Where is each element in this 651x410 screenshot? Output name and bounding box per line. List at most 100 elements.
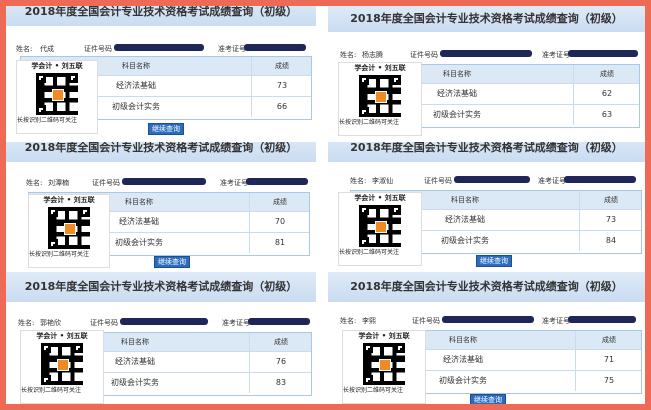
watermark-caption: 长按识别二维码可关注 [339,249,400,256]
redacted-ticket [568,316,636,323]
score-cell: 70 [249,212,310,232]
redacted-ticket [564,176,636,183]
qr-code-icon [41,343,83,385]
watermark: 学会计 • 刘五联 长按识别二维码可关注 [342,330,426,404]
score-cell: 76 [249,352,312,372]
panel-title: 2018年度全国会计专业技术资格考试成绩查询（初级） [328,142,645,162]
redacted-id [114,44,204,51]
panel-title: 2018年度全国会计专业技术资格考试成绩查询（初级） [6,6,316,26]
ticket-label: 准考证号 [220,179,248,187]
redacted-id [440,50,532,57]
score-panel-3: 2018年度全国会计专业技术资格考试成绩查询（初级） 姓名: 刘潭楠 证件号码 … [6,142,316,268]
ticket-label: 准考证号 [222,319,250,327]
redacted-id [442,316,534,323]
redacted-id [122,178,206,185]
candidate-info: 姓名: 杨志腾 证件号码 准考证号 [328,50,645,60]
score-cell: 73 [251,76,312,96]
watermark-caption: 长按识别二维码可关注 [339,119,400,126]
candidate-info: 姓名: 代成 证件号码 准考证号 [6,44,316,54]
panel-title: 2018年度全国会计专业技术资格考试成绩查询（初级） [328,272,645,302]
name-value: 刘潭楠 [48,179,69,187]
col-score: 成绩 [251,57,312,75]
name-label: 姓名: [340,317,357,325]
redacted-id [454,176,530,183]
watermark: 学会计 • 刘五联 长按识别二维码可关注 [338,62,422,136]
continue-query-button[interactable]: 继续查询 [154,256,190,268]
candidate-info: 姓名: 郭艳欣 证件号码 准考证号 [6,318,316,328]
qr-code-icon [36,73,78,115]
score-cell: 62 [573,84,640,104]
watermark-caption: 长按识别二维码可关注 [29,251,90,258]
panel-title: 2018年度全国会计专业技术资格考试成绩查询（初级） [328,6,645,32]
panel-title: 2018年度全国会计专业技术资格考试成绩查询（初级） [6,272,316,302]
name-value: 李熙 [362,317,376,325]
id-label: 证件号码 [92,179,120,187]
id-label: 证件号码 [90,319,118,327]
continue-query-button[interactable]: 继续查询 [470,394,506,404]
name-label: 姓名: [340,51,357,59]
score-cell: 81 [249,233,310,253]
score-cell: 83 [249,373,312,393]
redacted-ticket [244,44,306,51]
watermark-caption: 长按识别二维码可关注 [17,117,78,124]
continue-query-button[interactable]: 继续查询 [148,123,184,135]
redacted-ticket [246,178,308,185]
watermark-caption: 长按识别二维码可关注 [343,387,404,394]
name-label: 姓名: [350,177,367,185]
name-label: 姓名: [18,319,35,327]
qr-code-icon [363,343,405,385]
id-label: 证件号码 [424,177,452,185]
qr-code-icon [359,75,401,117]
col-score: 成绩 [575,331,642,349]
col-score: 成绩 [579,191,642,209]
ticket-label: 准考证号 [542,317,570,325]
redacted-id [120,318,208,325]
candidate-info: 姓名: 刘潭楠 证件号码 准考证号 [6,178,316,188]
id-label: 证件号码 [412,317,440,325]
name-value: 李淑仙 [372,177,393,185]
panel-title: 2018年度全国会计专业技术资格考试成绩查询（初级） [6,142,316,162]
watermark-title: 学会计 • 刘五联 [354,64,406,72]
id-label: 证件号码 [84,45,112,53]
col-score: 成绩 [249,193,310,211]
score-cell: 71 [575,350,642,370]
score-cell: 84 [579,231,642,251]
watermark: 学会计 • 刘五联 长按识别二维码可关注 [338,192,422,266]
score-panel-6: 2018年度全国会计专业技术资格考试成绩查询（初级） 姓名: 李熙 证件号码 准… [328,272,645,404]
qr-code-icon [359,205,401,247]
score-cell: 66 [251,97,312,117]
candidate-info: 姓名: 李熙 证件号码 准考证号 [328,316,645,326]
score-panel-4: 2018年度全国会计专业技术资格考试成绩查询（初级） 姓名: 李淑仙 证件号码 … [328,142,645,268]
id-label: 证件号码 [410,51,438,59]
watermark: 学会计 • 刘五联 长按识别二维码可关注 [20,330,104,404]
redacted-ticket [568,50,638,57]
name-value: 代成 [40,45,54,53]
watermark-title: 学会计 • 刘五联 [31,62,83,70]
watermark-title: 学会计 • 刘五联 [36,332,88,340]
ticket-label: 准考证号 [538,177,566,185]
watermark-caption: 长按识别二维码可关注 [21,387,82,394]
candidate-info: 姓名: 李淑仙 证件号码 准考证号 [328,176,645,186]
name-label: 姓名: [26,179,43,187]
col-score: 成绩 [573,65,640,83]
name-value: 杨志腾 [362,51,383,59]
watermark: 学会计 • 刘五联 长按识别二维码可关注 [16,60,98,134]
score-panel-2: 2018年度全国会计专业技术资格考试成绩查询（初级） 姓名: 杨志腾 证件号码 … [328,6,645,136]
watermark-title: 学会计 • 刘五联 [358,332,410,340]
collage-frame: 2018年度全国会计专业技术资格考试成绩查询（初级） 姓名: 代成 证件号码 准… [6,6,645,404]
score-cell: 63 [573,105,640,125]
score-cell: 73 [579,210,642,230]
score-panel-5: 2018年度全国会计专业技术资格考试成绩查询（初级） 姓名: 郭艳欣 证件号码 … [6,272,316,404]
name-label: 姓名: [16,45,33,53]
redacted-ticket [248,318,310,325]
continue-query-button[interactable]: 继续查询 [476,255,512,267]
qr-code-icon [48,207,90,249]
score-cell: 75 [575,371,642,391]
watermark: 学会计 • 刘五联 长按识别二维码可关注 [28,194,110,268]
ticket-label: 准考证号 [542,51,570,59]
ticket-label: 准考证号 [218,45,246,53]
watermark-title: 学会计 • 刘五联 [43,196,95,204]
score-panel-1: 2018年度全国会计专业技术资格考试成绩查询（初级） 姓名: 代成 证件号码 准… [6,6,316,136]
watermark-title: 学会计 • 刘五联 [354,194,406,202]
col-score: 成绩 [249,333,312,351]
